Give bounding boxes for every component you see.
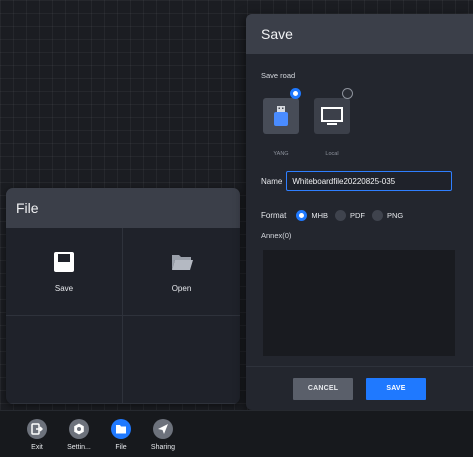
save-dialog: Save Save road YANG Local Name Form: [246, 14, 473, 410]
save-button[interactable]: SAVE: [366, 377, 426, 400]
device-usb-option[interactable]: [263, 94, 299, 138]
annex-area[interactable]: [263, 250, 455, 356]
file-save-label: Save: [54, 284, 74, 293]
monitor-icon: [321, 107, 343, 125]
format-pdf-radio[interactable]: [335, 210, 347, 221]
file-panel-title: File: [6, 188, 240, 228]
toolbar-exit-button[interactable]: Exit: [16, 419, 58, 451]
toolbar-sharing-label: Sharing: [150, 444, 176, 451]
device-local-label: Local: [325, 151, 339, 157]
file-name-input[interactable]: [286, 171, 453, 191]
dialog-footer: CANCEL SAVE: [246, 366, 473, 410]
name-row: Name: [261, 171, 453, 191]
exit-icon: [27, 419, 47, 439]
device-local-option[interactable]: [314, 94, 350, 138]
name-label: Name: [261, 176, 283, 186]
toolbar-settings-button[interactable]: Settin...: [58, 419, 100, 451]
folder-open-icon: [171, 255, 193, 270]
format-png-radio[interactable]: [372, 210, 384, 221]
device-usb-radio[interactable]: [290, 88, 301, 99]
gear-icon: [69, 419, 89, 439]
device-usb-label: YANG: [273, 151, 289, 157]
format-label: Format: [261, 211, 287, 220]
file-save-button[interactable]: Save: [6, 228, 123, 316]
floppy-disk-icon: [54, 252, 74, 272]
cancel-button[interactable]: CANCEL: [293, 377, 353, 400]
format-pdf-option[interactable]: PDF: [335, 210, 365, 221]
format-mhb-option[interactable]: MHB: [296, 210, 328, 221]
bottom-toolbar: Exit Settin... File Sharing: [0, 410, 473, 457]
toolbar-exit-label: Exit: [31, 444, 43, 451]
save-road-label: Save road: [261, 71, 296, 80]
format-png-label: PNG: [387, 211, 404, 220]
annex-label: Annex(0): [261, 231, 292, 240]
file-panel: File Save Open: [6, 188, 240, 404]
send-icon: [153, 419, 173, 439]
save-dialog-title: Save: [246, 14, 473, 54]
toolbar-file-button[interactable]: File: [100, 419, 142, 451]
format-png-option[interactable]: PNG: [372, 210, 403, 221]
file-open-label: Open: [171, 284, 192, 293]
folder-icon: [111, 419, 131, 439]
usb-drive-icon: [274, 106, 288, 126]
format-pdf-label: PDF: [350, 211, 366, 220]
device-local-tile: [314, 98, 350, 134]
toolbar-sharing-button[interactable]: Sharing: [142, 419, 184, 451]
file-open-button[interactable]: Open: [123, 228, 240, 316]
toolbar-settings-label: Settin...: [67, 444, 91, 451]
format-row: Format MHB PDF PNG: [261, 210, 410, 221]
file-panel-grid: Save Open: [6, 228, 240, 404]
file-empty-cell: [123, 316, 240, 404]
toolbar-file-label: File: [115, 444, 127, 451]
device-local-radio[interactable]: [342, 88, 353, 99]
file-empty-cell: [6, 316, 123, 404]
format-mhb-label: MHB: [311, 211, 329, 220]
format-mhb-radio[interactable]: [296, 210, 308, 221]
device-usb-tile: [263, 98, 299, 134]
